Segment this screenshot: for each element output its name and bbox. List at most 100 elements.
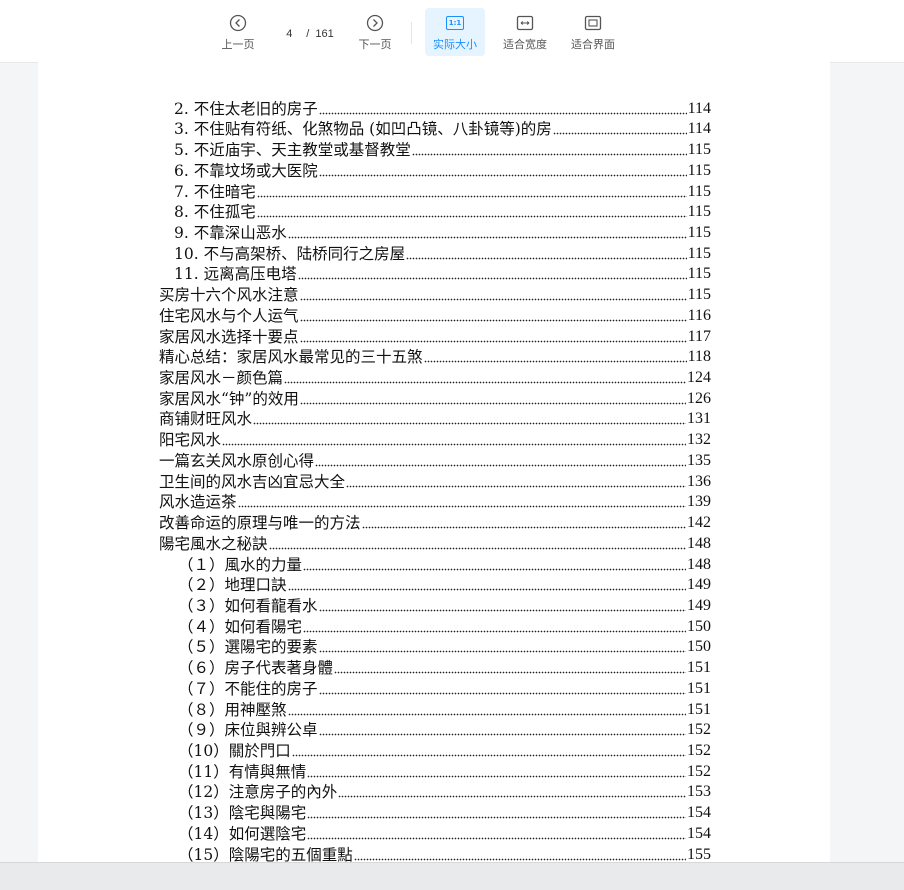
toc-entry[interactable]: 改善命运的原理与唯一的方法 142 bbox=[159, 512, 711, 533]
toc-entry[interactable]: （12）注意房子的內外 153 bbox=[178, 782, 711, 803]
toc-entry[interactable]: 10. 不与高架桥、陆桥同行之房屋 115 bbox=[174, 243, 711, 264]
toc-entry-title: （12）注意房子的內外 bbox=[178, 783, 338, 802]
toc-leader-dots bbox=[237, 505, 686, 509]
toc-entry-title: 2. 不住太老旧的房子 bbox=[174, 99, 318, 118]
toc-entry[interactable]: 买房十六个风水注意 115 bbox=[159, 284, 711, 305]
toc-entry[interactable]: 2. 不住太老旧的房子 114 bbox=[174, 98, 711, 119]
toc-entry[interactable]: 7. 不住暗宅 115 bbox=[174, 181, 711, 202]
toc-entry-title: 5. 不近庙宇、天主教堂或基督教堂 bbox=[174, 141, 411, 160]
toc-entry[interactable]: （13）陰宅與陽宅 154 bbox=[178, 802, 711, 823]
fit-width-icon bbox=[516, 12, 534, 34]
toc-entry[interactable]: （14）如何選陰宅 154 bbox=[178, 823, 711, 844]
toc-entry-page: 115 bbox=[687, 161, 711, 179]
toc-entry[interactable]: （８）用神壓煞 151 bbox=[178, 699, 711, 720]
toc-entry-title: （10）關於門口 bbox=[178, 742, 291, 760]
toc-entry-page: 136 bbox=[687, 472, 711, 490]
toc-leader-dots bbox=[287, 588, 686, 592]
toc-entry[interactable]: 卫生间的风水吉凶宜忌大全 136 bbox=[159, 471, 711, 492]
toc-entry[interactable]: （15）陰陽宅的五個重點 155 bbox=[178, 844, 711, 862]
toc-entry-page: 154 bbox=[687, 804, 711, 822]
toc-entry[interactable]: 9. 不靠深山恶水 115 bbox=[174, 222, 711, 243]
toc-entry-page: 115 bbox=[687, 244, 711, 262]
toc-leader-dots bbox=[256, 194, 687, 198]
toc-entry-page: 152 bbox=[687, 742, 711, 759]
toc-entry[interactable]: 11. 远离高压电塔 115 bbox=[174, 264, 711, 285]
toc-entry[interactable]: 精心总结：家居风水最常见的三十五煞 118 bbox=[159, 347, 711, 368]
toc-entry-title: 阳宅风水 bbox=[159, 431, 222, 450]
toc-entry[interactable]: 家居风水“钟”的效用 126 bbox=[159, 388, 711, 409]
toc-entry[interactable]: （２）地理口訣 149 bbox=[178, 575, 711, 596]
toc-entry[interactable]: 住宅风水与个人运气 116 bbox=[159, 305, 711, 326]
fit-width-button[interactable]: 适合宽度 bbox=[498, 8, 552, 56]
toc-entry[interactable]: 陽宅風水之秘訣 148 bbox=[159, 533, 711, 554]
toc-leader-dots bbox=[338, 795, 686, 799]
toc-entry[interactable]: （７）不能住的房子 151 bbox=[178, 678, 711, 699]
fit-page-button[interactable]: 适合界面 bbox=[566, 8, 620, 56]
total-pages: 161 bbox=[315, 28, 334, 40]
next-page-label: 下一页 bbox=[358, 38, 392, 51]
toc-entry[interactable]: （３）如何看龍看水 149 bbox=[178, 595, 711, 616]
toc-leader-dots bbox=[268, 546, 686, 550]
actual-size-label: 实际大小 bbox=[433, 38, 477, 51]
page-separator: / bbox=[306, 28, 310, 40]
toc-entry[interactable]: 5. 不近庙宇、天主教堂或基督教堂 115 bbox=[174, 139, 711, 160]
toc-entry-title: 商铺财旺风水 bbox=[159, 410, 253, 429]
toc-entry-title: （６）房子代表著身體 bbox=[178, 659, 334, 678]
toc-entry-page: 115 bbox=[687, 265, 711, 283]
toc-entry-page: 135 bbox=[687, 451, 711, 469]
toc-entry-page: 115 bbox=[687, 286, 711, 304]
toc-entry-title: （４）如何看陽宅 bbox=[178, 617, 303, 636]
prev-page-button[interactable]: 上一页 bbox=[218, 8, 258, 56]
toc-entry[interactable]: 风水造运茶 139 bbox=[159, 492, 711, 513]
toc-entry[interactable]: （４）如何看陽宅 150 bbox=[178, 616, 711, 637]
toc-entry-title: 陽宅風水之秘訣 bbox=[159, 534, 268, 553]
toc-entry-page: 132 bbox=[687, 431, 711, 449]
toc-entry-title: 8. 不住孤宅 bbox=[174, 203, 256, 222]
toc-leader-dots bbox=[307, 774, 686, 778]
toc-entry[interactable]: （６）房子代表著身體 151 bbox=[178, 657, 711, 678]
toc-entry-page: 116 bbox=[687, 306, 711, 324]
toc-entry-page: 118 bbox=[687, 348, 711, 366]
toc-entry[interactable]: （１）風水的力量 148 bbox=[178, 554, 711, 575]
toc-entry-page: 131 bbox=[687, 410, 711, 428]
toc-entry-title: 卫生间的风水吉凶宜忌大全 bbox=[159, 472, 346, 491]
toc-entry[interactable]: 阳宅风水 132 bbox=[159, 430, 711, 451]
toc-entry-page: 115 bbox=[687, 141, 711, 159]
toc-entry-page: 117 bbox=[687, 327, 711, 345]
toc-entry[interactable]: （10）關於門口 152 bbox=[178, 740, 711, 761]
toc-entry[interactable]: （11）有情與無情 152 bbox=[178, 761, 711, 782]
toc-leader-dots bbox=[318, 173, 687, 177]
toc-entry-title: 风水造运茶 bbox=[159, 493, 237, 512]
horizontal-scrollbar[interactable] bbox=[0, 862, 904, 890]
toc-entry-page: 150 bbox=[687, 638, 711, 656]
toc-entry[interactable]: 家居风水选择十要点 117 bbox=[159, 326, 711, 347]
current-page-input[interactable] bbox=[278, 24, 301, 44]
toc-entry[interactable]: 6. 不靠坟场或大医院 115 bbox=[174, 160, 711, 181]
toc-leader-dots bbox=[299, 318, 687, 322]
fit-page-label: 适合界面 bbox=[571, 38, 615, 51]
toc-entry-page: 115 bbox=[687, 182, 711, 200]
toc-entry-title: （14）如何選陰宅 bbox=[178, 824, 307, 843]
toc-entry-title: 住宅风水与个人运气 bbox=[159, 306, 299, 325]
toc-entry[interactable]: 家居风水－颜色篇 124 bbox=[159, 367, 711, 388]
toc-entry[interactable]: （５）選陽宅的要素 150 bbox=[178, 637, 711, 658]
toc-entry-page: 114 bbox=[687, 120, 711, 138]
toc-entry[interactable]: 一篇玄关风水原创心得 135 bbox=[159, 450, 711, 471]
toc-entry[interactable]: 8. 不住孤宅 115 bbox=[174, 202, 711, 223]
actual-size-button[interactable]: 1:1 实际大小 bbox=[425, 8, 485, 56]
toc-leader-dots bbox=[253, 422, 686, 426]
toc-entry[interactable]: 3. 不住贴有符纸、化煞物品 (如凹凸镜、八卦镜等)的房 114 bbox=[174, 119, 711, 140]
toc-entry-page: 152 bbox=[687, 721, 711, 739]
toc-entry[interactable]: 商铺财旺风水 131 bbox=[159, 409, 711, 430]
toc-entry-title: （９）床位與辨公卓 bbox=[178, 721, 318, 740]
toc-entry[interactable]: （９）床位與辨公卓 152 bbox=[178, 720, 711, 741]
toc-entry-page: 152 bbox=[687, 762, 711, 780]
toc-entry-title: （５）選陽宅的要素 bbox=[178, 638, 318, 657]
toc-entry-page: 115 bbox=[687, 224, 711, 241]
next-page-button[interactable]: 下一页 bbox=[355, 8, 395, 56]
toc-entry-title: （３）如何看龍看水 bbox=[178, 596, 318, 615]
toc-leader-dots bbox=[299, 401, 686, 405]
toc-entry-title: （７）不能住的房子 bbox=[178, 679, 318, 698]
toc-entry-title: （13）陰宅與陽宅 bbox=[178, 804, 307, 823]
document-viewport[interactable]: 2. 不住太老旧的房子 114 3. 不住贴有符纸、化煞物品 (如凹凸镜、八卦镜等)… bbox=[0, 62, 904, 862]
